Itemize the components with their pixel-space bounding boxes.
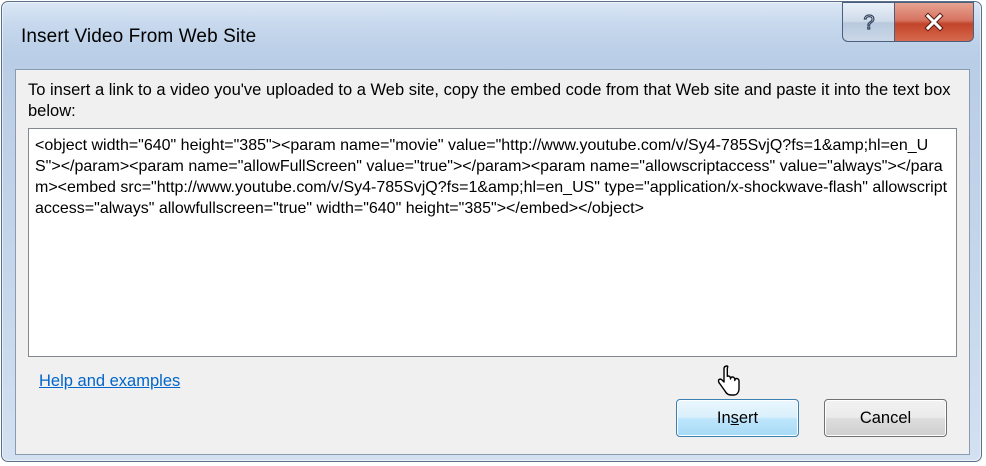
insert-accesskey-letter: s — [730, 408, 739, 427]
instructions-text: To insert a link to a video you've uploa… — [28, 81, 951, 120]
window-title: Insert Video From Web Site — [21, 26, 257, 47]
help-and-examples-link[interactable]: Help and examples — [39, 372, 180, 391]
dialog-window: Insert Video From Web Site ? To insert a… — [1, 1, 982, 462]
dialog-content: To insert a link to a video you've uploa… — [15, 69, 970, 455]
close-button[interactable] — [894, 2, 974, 42]
help-button[interactable]: ? — [842, 2, 895, 42]
title-bar[interactable]: Insert Video From Web Site ? — [2, 2, 981, 70]
mouse-pointer-icon — [717, 365, 740, 396]
insert-button-label: Insert — [716, 408, 759, 427]
insert-button[interactable]: Insert — [676, 399, 799, 437]
embed-code-input[interactable]: <object width="640" height="385"><param … — [28, 128, 957, 357]
close-x-icon — [924, 12, 944, 32]
cancel-button[interactable]: Cancel — [824, 399, 947, 437]
svg-text:?: ? — [863, 12, 874, 34]
help-question-icon: ? — [862, 11, 874, 34]
